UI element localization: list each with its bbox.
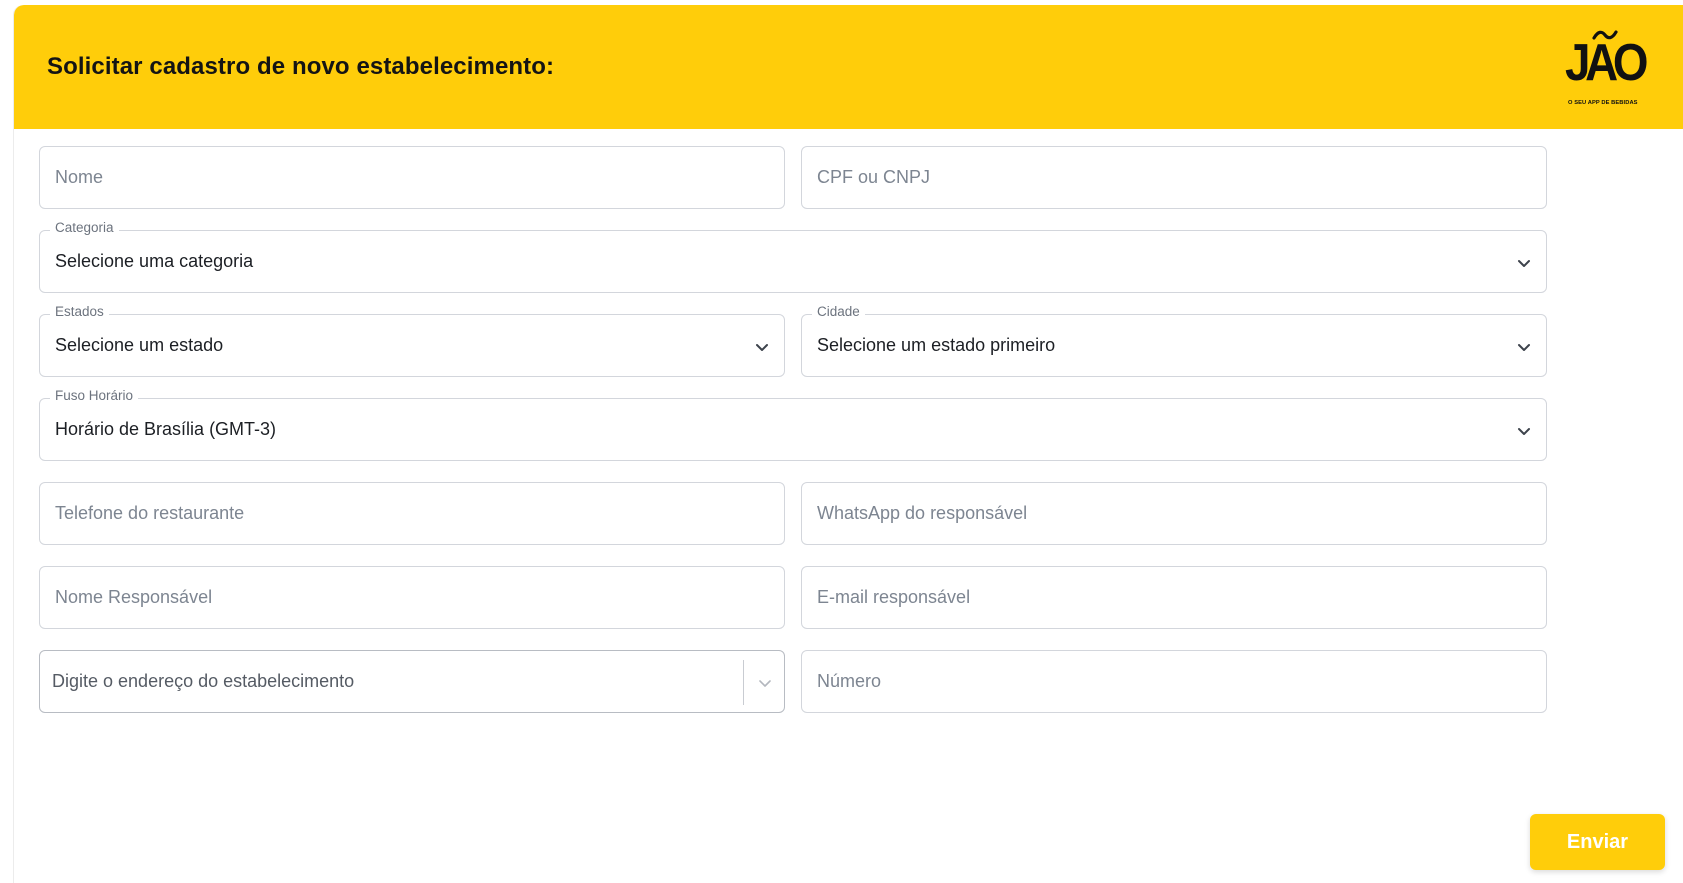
restaurant-phone-placeholder: Telefone do restaurante — [55, 503, 245, 523]
submit-button[interactable]: Enviar — [1530, 814, 1665, 870]
city-value: Selecione um estado primeiro — [817, 335, 1056, 355]
jao-logo: JAO O SEU APP DE BEBIDAS — [1562, 25, 1662, 111]
number-field[interactable]: Número — [801, 650, 1547, 713]
number-placeholder: Número — [817, 671, 882, 691]
whatsapp-field[interactable]: WhatsApp do responsável — [801, 482, 1547, 545]
responsible-name-placeholder: Nome Responsável — [55, 587, 213, 607]
chevron-down-icon — [756, 344, 768, 351]
name-placeholder: Nome — [55, 167, 104, 187]
city-select[interactable]: Cidade Selecione um estado primeiro — [801, 304, 1547, 377]
cpf-cnpj-placeholder: CPF ou CNPJ — [817, 167, 931, 187]
address-placeholder: Digite o endereço do estabelecimento — [52, 671, 355, 691]
state-label: Estados — [50, 304, 109, 319]
cpf-cnpj-field[interactable]: CPF ou CNPJ — [801, 146, 1547, 209]
chevron-down-icon — [1518, 260, 1530, 267]
address-divider — [743, 660, 744, 705]
chevron-down-icon — [1518, 344, 1530, 351]
responsible-name-field[interactable]: Nome Responsável — [39, 566, 785, 629]
name-field[interactable]: Nome — [39, 146, 785, 209]
category-value: Selecione uma categoria — [55, 251, 254, 271]
state-select[interactable]: Estados Selecione um estado — [39, 304, 785, 377]
category-label: Categoria — [50, 220, 119, 235]
responsible-email-placeholder: E-mail responsável — [817, 587, 971, 607]
timezone-select[interactable]: Fuso Horário Horário de Brasília (GMT-3) — [39, 388, 1547, 461]
logo-tilde-icon — [1592, 30, 1618, 40]
whatsapp-placeholder: WhatsApp do responsável — [817, 503, 1028, 523]
state-value: Selecione um estado — [55, 335, 224, 355]
category-select[interactable]: Categoria Selecione uma categoria — [39, 220, 1547, 293]
city-label: Cidade — [812, 304, 865, 319]
registration-card: Solicitar cadastro de novo estabelecimen… — [13, 5, 1683, 883]
address-autocomplete[interactable]: Digite o endereço do estabelecimento — [39, 650, 785, 713]
logo-wordmark: JAO — [1565, 34, 1649, 92]
restaurant-phone-field[interactable]: Telefone do restaurante — [39, 482, 785, 545]
page-title: Solicitar cadastro de novo estabelecimen… — [47, 53, 555, 80]
header-bar: Solicitar cadastro de novo estabelecimen… — [14, 5, 1683, 129]
chevron-down-icon[interactable] — [757, 675, 773, 691]
timezone-value: Horário de Brasília (GMT-3) — [55, 419, 277, 439]
timezone-label: Fuso Horário — [50, 388, 139, 403]
logo-tagline: O SEU APP DE BEBIDAS — [1568, 100, 1638, 106]
chevron-down-icon — [1518, 428, 1530, 435]
responsible-email-field[interactable]: E-mail responsável — [801, 566, 1547, 629]
